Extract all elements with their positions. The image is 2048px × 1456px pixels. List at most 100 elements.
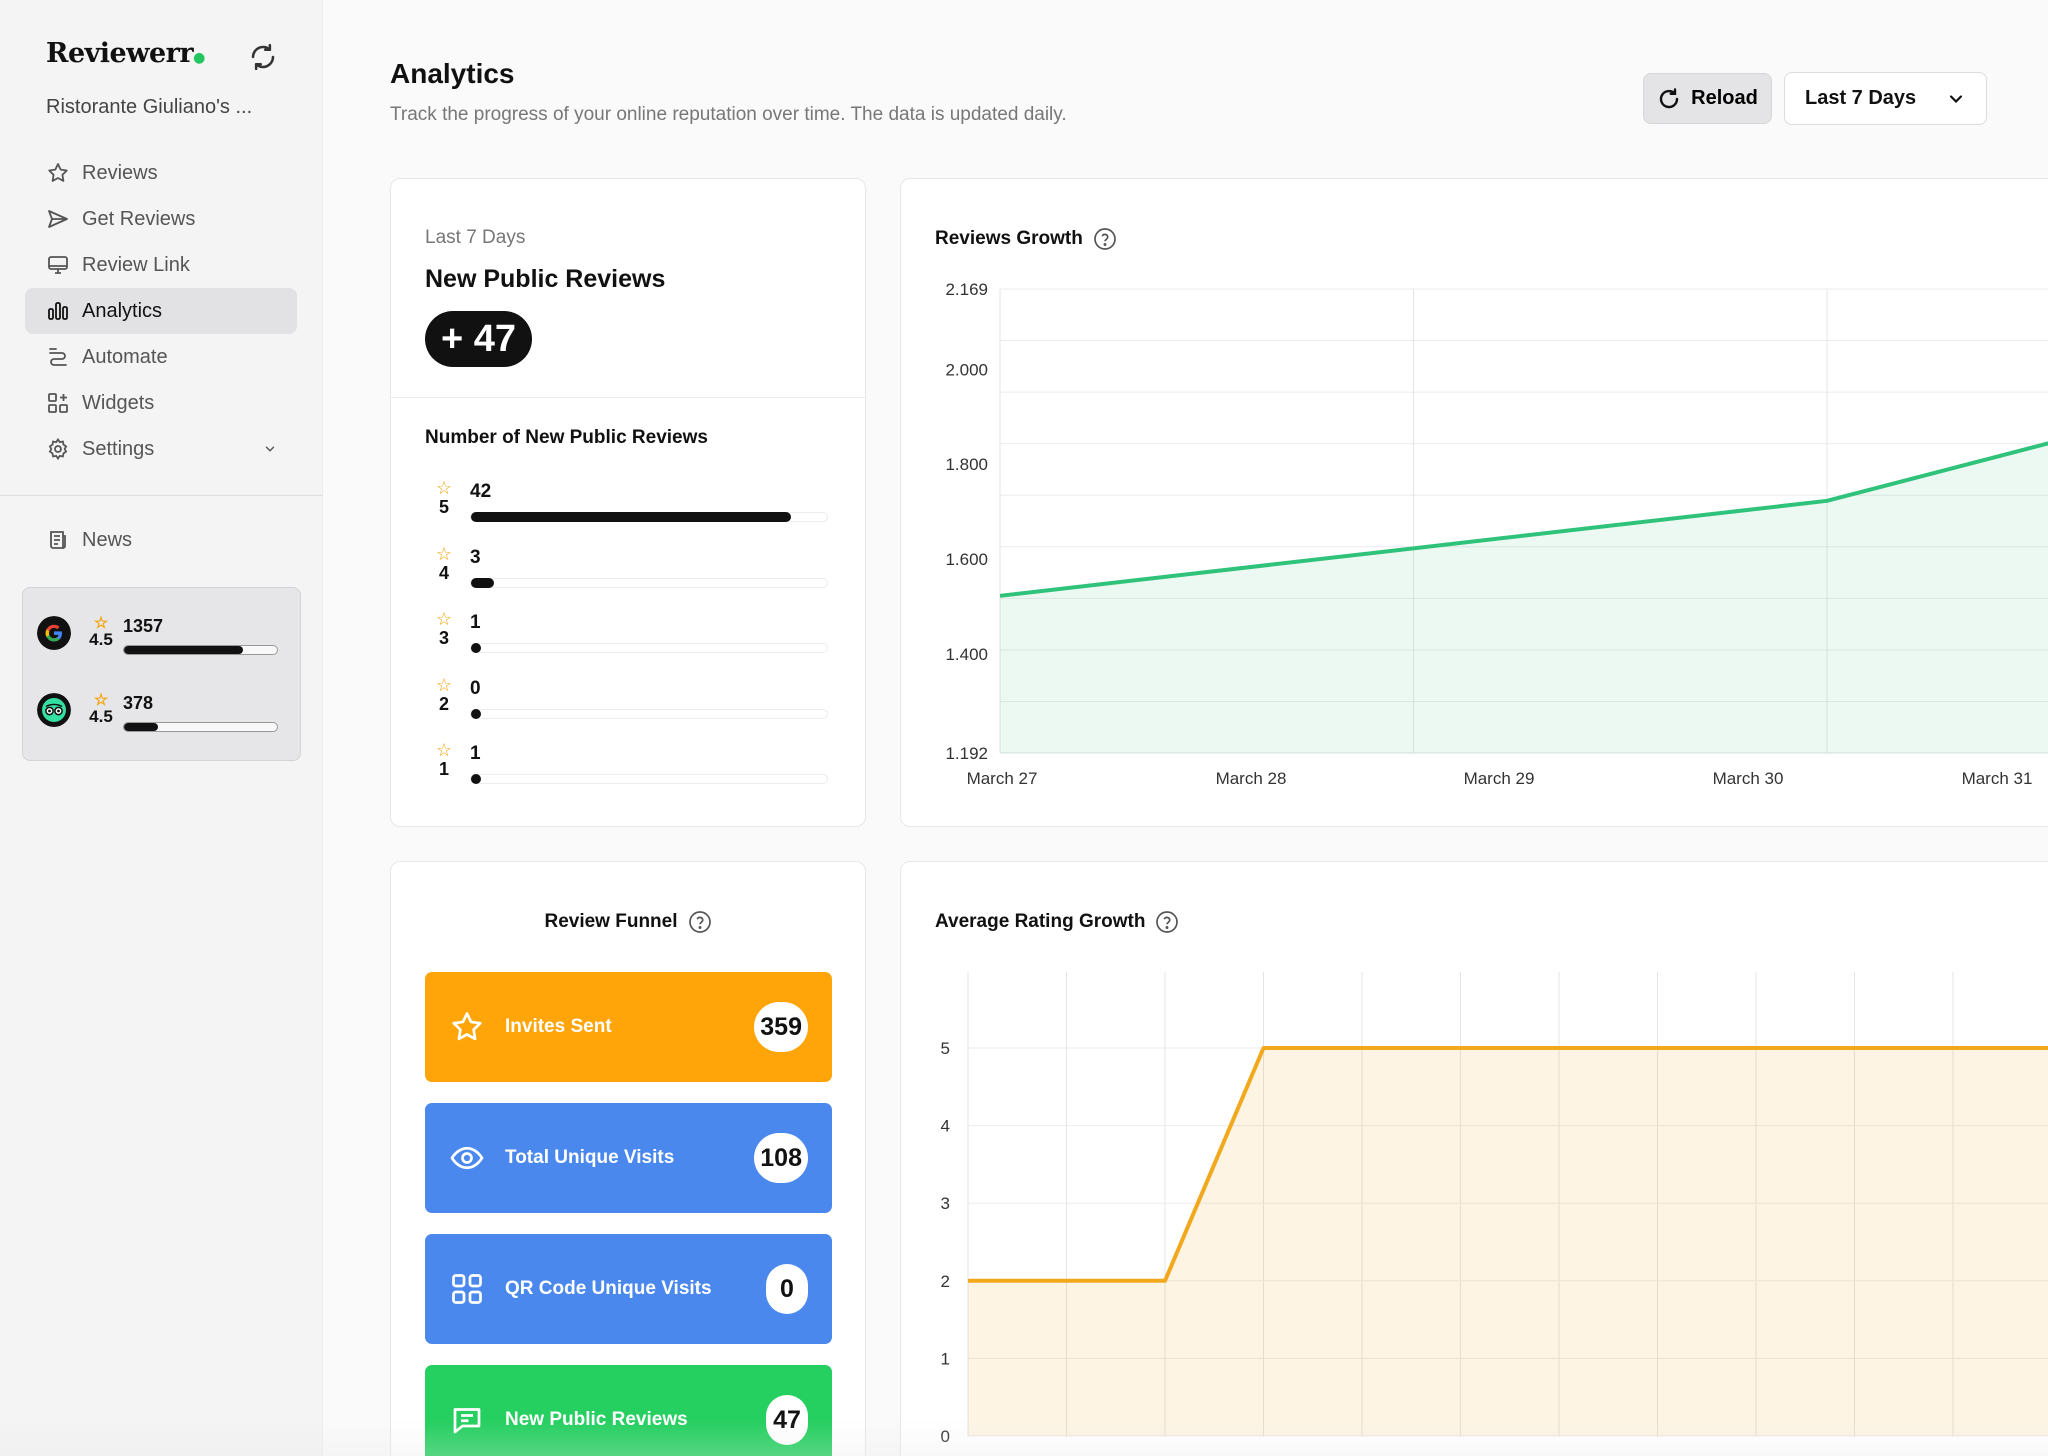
gear-icon [48, 437, 68, 461]
star-outline-icon [452, 1012, 482, 1041]
funnel-label: New Public Reviews [505, 1409, 688, 1430]
y-tick-label: 5 [941, 1039, 950, 1058]
y-tick-label: 3 [941, 1194, 950, 1213]
distribution-bar-fill [471, 709, 481, 719]
star-icon: ☆ [435, 478, 453, 498]
sidebar-item-label: News [82, 528, 133, 551]
page-title: Analytics [390, 58, 515, 89]
platform-ratings-card[interactable]: ☆ 4.5 1357 ☆ 4.5 378 [22, 587, 301, 761]
review-count: 1 [470, 612, 481, 633]
funnel-title-text: Review Funnel [544, 911, 678, 932]
x-tick-label: March 31 [1962, 769, 2033, 788]
platform-progress-fill [124, 723, 158, 731]
platform-row-google[interactable]: ☆ 4.5 1357 [37, 616, 278, 655]
star-level: 4 [438, 563, 449, 583]
sidebar-item-news[interactable]: News [25, 517, 297, 563]
y-tick-label: 4 [941, 1117, 950, 1136]
chevron-down-icon [1949, 94, 1963, 103]
distribution-row-3-star: ☆ 3 1 [433, 610, 833, 660]
summary-count-badge: + 47 [425, 311, 533, 367]
reload-label: Reload [1691, 87, 1758, 109]
platform-progress-bar [123, 645, 278, 655]
y-tick-label: 1.400 [945, 645, 988, 664]
funnel-qr-code-unique-visits[interactable]: QR Code Unique Visits 0 [425, 1234, 832, 1344]
sidebar-item-label: Review Link [82, 253, 190, 276]
distribution-row-5-star: ☆ 5 42 [433, 479, 833, 529]
newspaper-icon [50, 531, 66, 549]
platform-rating: ☆ 4.5 [79, 693, 123, 726]
chat-bubble-icon [453, 1408, 481, 1434]
bar-chart-icon [48, 302, 68, 320]
summary-title: New Public Reviews [425, 265, 666, 293]
star-icon [48, 163, 68, 182]
y-tick-label: 1.192 [945, 744, 988, 763]
date-range-select[interactable]: Last 7 Days [1784, 72, 1987, 125]
reload-button[interactable]: Reload [1643, 73, 1772, 124]
sidebar-divider [0, 495, 323, 496]
help-icon[interactable] [688, 910, 712, 934]
funnel-value: 359 [754, 1002, 808, 1052]
tripadvisor-icon [37, 693, 71, 727]
eye-icon [450, 1146, 484, 1170]
platform-stats: 378 [123, 693, 278, 732]
x-tick-label: March 27 [967, 769, 1038, 788]
sidebar-item-label: Widgets [82, 391, 155, 414]
distribution-row-2-star: ☆ 2 0 [433, 676, 833, 726]
review-funnel-card: Review Funnel Invites Sent 359 Total Uni… [390, 861, 866, 1456]
reviews-growth-chart: 2.169 2.000 1.800 1.600 1.400 1.192 March 27 Ma… [945, 280, 2048, 788]
sidebar-item-review-link[interactable]: Review Link [25, 242, 297, 288]
sidebar-item-automate[interactable]: Automate [25, 334, 297, 380]
distribution-bar-fill [471, 512, 791, 522]
chevron-down-icon[interactable] [263, 442, 277, 456]
platform-stats: 1357 [123, 616, 278, 655]
date-range-value: Last 7 Days [1805, 87, 1917, 109]
series-area [1000, 443, 2048, 753]
sidebar-item-label: Reviews [82, 161, 158, 184]
funnel-value: 47 [766, 1395, 808, 1445]
funnel-label: Total Unique Visits [505, 1147, 675, 1168]
funnel-total-unique-visits[interactable]: Total Unique Visits 108 [425, 1103, 832, 1213]
star-level: 2 [438, 694, 449, 714]
google-icon [37, 616, 71, 650]
distribution-bar-fill [471, 774, 481, 784]
x-tick-label: March 29 [1464, 769, 1535, 788]
distribution-bar [470, 512, 828, 522]
platform-review-count: 1357 [123, 616, 164, 636]
x-tick-label: March 30 [1713, 769, 1784, 788]
brand-logo[interactable]: Reviewerr● [46, 38, 205, 69]
x-tick-label: March 28 [1216, 769, 1287, 788]
funnel-value: 108 [754, 1133, 808, 1183]
organization-name[interactable]: Ristorante Giuliano's ... [46, 96, 252, 119]
funnel-invites-sent[interactable]: Invites Sent 359 [425, 972, 832, 1082]
sidebar-item-reviews[interactable]: Reviews [25, 150, 297, 196]
review-funnel-title: Review Funnel [391, 910, 865, 934]
sidebar-item-analytics[interactable]: Analytics [25, 288, 297, 334]
monitor-icon [48, 256, 68, 274]
y-tick-label: 2.169 [945, 280, 988, 299]
star-icon: ☆ [435, 740, 453, 760]
sidebar-item-label: Automate [82, 345, 168, 368]
funnel-new-public-reviews[interactable]: New Public Reviews 47 [425, 1365, 832, 1456]
sidebar-item-label: Get Reviews [82, 207, 196, 230]
y-tick-label: 1 [941, 1349, 950, 1368]
sidebar-item-get-reviews[interactable]: Get Reviews [25, 196, 297, 242]
y-tick-label: 2 [941, 1272, 950, 1291]
y-tick-label: 1.800 [945, 455, 988, 474]
star-level: 5 [438, 497, 449, 517]
summary-divider [391, 397, 865, 398]
series-area [968, 1048, 2048, 1436]
sync-icon[interactable] [248, 42, 278, 72]
sidebar-item-widgets[interactable]: Widgets [25, 380, 297, 426]
star-icon: ☆ [435, 544, 453, 564]
platform-review-count: 378 [123, 693, 154, 713]
distribution-row-1-star: ☆ 1 1 [433, 741, 833, 791]
sidebar-item-settings[interactable]: Settings [25, 426, 297, 472]
distribution-bar [470, 709, 828, 719]
platform-row-tripadvisor[interactable]: ☆ 4.5 378 [37, 693, 278, 732]
funnel-label: QR Code Unique Visits [505, 1278, 712, 1299]
star-icon: ☆ [435, 675, 453, 695]
distribution-bar [470, 643, 828, 653]
star-level: 1 [438, 759, 449, 779]
sidebar: Reviewerr● Ristorante Giuliano's ... Rev… [0, 0, 323, 1456]
average-rating-chart: 5 4 3 2 1 0 [941, 972, 2048, 1446]
